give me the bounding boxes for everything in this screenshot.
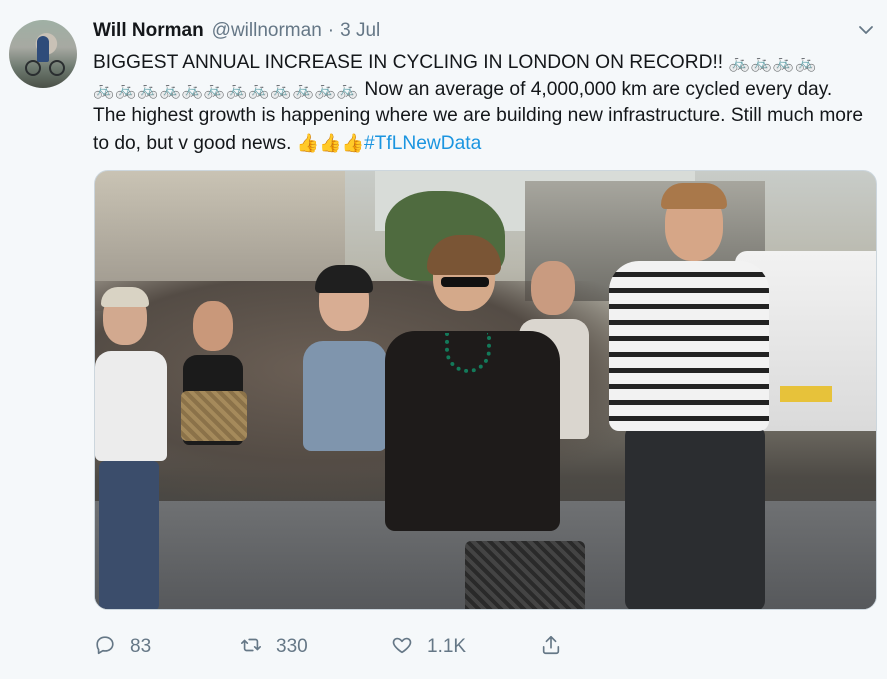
photo-cyclist bbox=[95, 287, 175, 609]
tweet: Will Norman @willnorman · 3 Jul BIGGEST … bbox=[0, 0, 887, 679]
bike-emoji-row: 🚲🚲🚲🚲🚲🚲🚲🚲🚲🚲🚲🚲 bbox=[93, 79, 360, 99]
photo-cyclist bbox=[607, 181, 777, 609]
reply-count: 83 bbox=[130, 636, 152, 657]
author-name[interactable]: Will Norman bbox=[93, 20, 204, 42]
reply-icon bbox=[94, 634, 116, 661]
retweet-count: 330 bbox=[276, 636, 308, 657]
tweet-photo[interactable] bbox=[94, 170, 877, 610]
tweet-actions: 83 330 1.1K bbox=[94, 630, 574, 664]
reply-button[interactable]: 83 bbox=[94, 630, 151, 664]
hashtag-link[interactable]: #TfLNewData bbox=[364, 133, 481, 154]
avatar-wheel bbox=[49, 60, 65, 76]
like-button[interactable]: 1.1K bbox=[391, 630, 466, 664]
avatar[interactable] bbox=[9, 20, 77, 88]
author-handle[interactable]: @willnorman bbox=[212, 20, 322, 42]
retweet-button[interactable]: 330 bbox=[240, 630, 308, 664]
thumbs-up-emoji: 👍👍👍 bbox=[296, 132, 364, 153]
photo-cyclist bbox=[295, 265, 395, 591]
photo-cyclist bbox=[385, 235, 585, 609]
photo-cyclist bbox=[175, 301, 255, 561]
heart-icon bbox=[391, 634, 413, 661]
tweet-date[interactable]: 3 Jul bbox=[340, 20, 380, 42]
separator-dot: · bbox=[327, 20, 335, 41]
like-count: 1.1K bbox=[427, 636, 467, 657]
bike-emoji-row: 🚲🚲🚲🚲 bbox=[728, 53, 818, 72]
tweet-line1-text: BIGGEST ANNUAL INCREASE IN CYCLING IN LO… bbox=[93, 52, 724, 73]
avatar-rider bbox=[37, 36, 49, 62]
chevron-down-icon[interactable] bbox=[858, 22, 874, 38]
photo-license-plate bbox=[780, 386, 832, 402]
share-button[interactable] bbox=[540, 630, 562, 664]
retweet-icon bbox=[240, 634, 262, 661]
avatar-wheel bbox=[25, 60, 41, 76]
tweet-text: BIGGEST ANNUAL INCREASE IN CYCLING IN LO… bbox=[93, 50, 868, 157]
tweet-header: Will Norman @willnorman · 3 Jul bbox=[93, 18, 380, 44]
share-icon bbox=[540, 634, 562, 661]
